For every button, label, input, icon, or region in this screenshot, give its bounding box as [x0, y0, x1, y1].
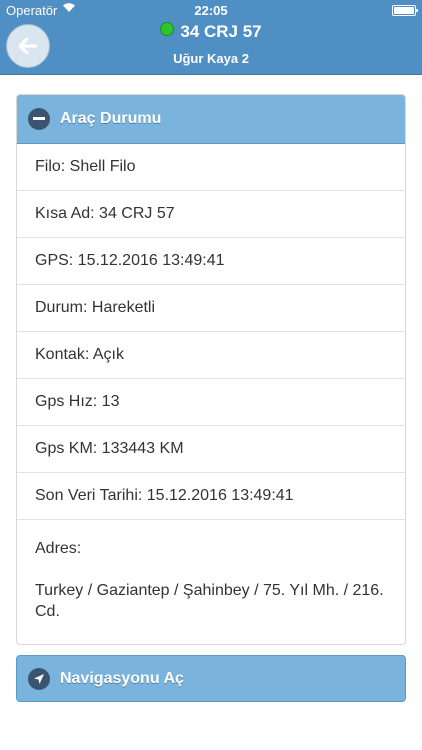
online-status-icon [160, 22, 175, 36]
collapse-icon[interactable] [28, 108, 50, 130]
info-row-state: Durum: Hareketli [17, 285, 405, 332]
app-header: Operatör 22:05 34 CRJ 57 Uğur Kaya 2 [0, 0, 422, 75]
info-row-speed: Gps Hız: 13 [17, 379, 405, 426]
battery-icon [392, 5, 418, 16]
status-bar: Operatör 22:05 [0, 0, 422, 20]
info-row-last-data: Son Veri Tarihi: 15.12.2016 13:49:41 [17, 473, 405, 520]
clock: 22:05 [194, 3, 228, 18]
driver-name: Uğur Kaya 2 [173, 51, 249, 66]
navigation-arrow-icon [28, 667, 50, 690]
info-row-km: Gps KM: 133443 KM [17, 426, 405, 473]
address-value: Turkey / Gaziantep / Şahinbey / 75. Yıl … [35, 582, 384, 620]
vehicle-status-panel: Araç Durumu Filo: Shell Filo Kısa Ad: 34… [16, 94, 406, 645]
vehicle-plate: 34 CRJ 57 [180, 22, 262, 41]
open-navigation-button[interactable]: Navigasyonu Aç [16, 655, 406, 702]
panel-header[interactable]: Araç Durumu [17, 95, 405, 144]
info-row-fleet: Filo: Shell Filo [17, 144, 405, 191]
info-row-gps: GPS: 15.12.2016 13:49:41 [17, 238, 405, 285]
address-label: Adres: [35, 540, 82, 557]
navigation-label: Navigasyonu Aç [60, 669, 184, 687]
info-row-ignition: Kontak: Açık [17, 332, 405, 379]
panel-title: Araç Durumu [60, 110, 162, 127]
info-row-short-name: Kısa Ad: 34 CRJ 57 [17, 191, 405, 238]
page-title: 34 CRJ 57 [0, 22, 422, 42]
